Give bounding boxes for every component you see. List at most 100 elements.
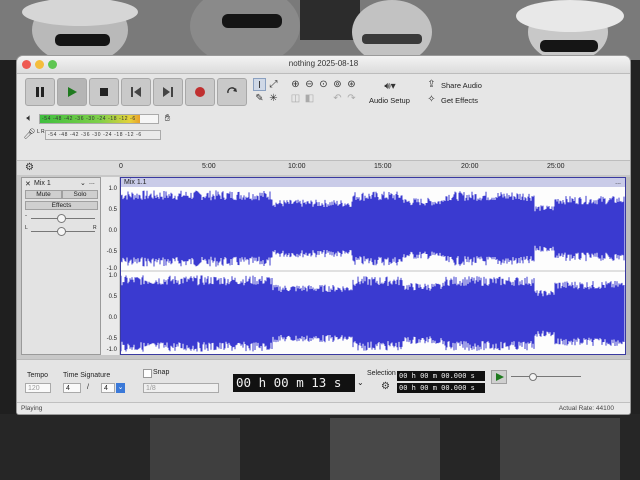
play-button[interactable]	[57, 78, 87, 106]
stop-icon	[100, 88, 108, 96]
scale-label: 1.0	[108, 273, 117, 279]
zoom-in-icon[interactable]: ⊕	[289, 78, 302, 91]
skip-start-icon	[131, 87, 141, 97]
skip-to-start-button[interactable]	[121, 78, 151, 106]
trim-icon[interactable]: ◫	[289, 92, 302, 105]
clip-menu-button[interactable]: ...	[615, 178, 621, 187]
clip-name: Mix 1.1	[124, 179, 147, 186]
window-title: nothing 2025-08-18	[288, 59, 359, 68]
status-text: Playing	[21, 405, 43, 412]
loop-button[interactable]	[217, 78, 247, 106]
ruler-tick: 15:00	[374, 163, 392, 170]
amplitude-scale: 1.0 0.5 0.0 -0.5 -1.0 1.0 0.5 0.0 -0.5 -…	[101, 177, 119, 355]
envelope-tool-icon[interactable]: ⤢	[267, 78, 280, 91]
fit-project-icon[interactable]: ⊚	[331, 78, 344, 91]
time-display[interactable]: 00 h 00 m 13 s	[233, 374, 355, 392]
toolbar: I ⤢ ✎ ✳ ⊕ ⊖ ⊙ ⊚ ⊛ ◫ ◧ ↶ ↷ 🔊︎▾ Audio Setu…	[17, 74, 630, 160]
pause-button[interactable]	[25, 78, 55, 106]
record-meter[interactable]: -54 -48 -42 -36 -30 -24 -18 -12 -6	[45, 130, 161, 140]
record-button[interactable]	[185, 78, 215, 106]
time-format-chevron-icon[interactable]: ⌄	[357, 378, 364, 387]
waveform-left-channel[interactable]	[121, 190, 625, 267]
snap-select[interactable]: 1/8	[143, 383, 219, 393]
play-icon	[68, 87, 77, 97]
zoom-out-icon[interactable]: ⊖	[303, 78, 316, 91]
scale-label: 0.0	[108, 315, 117, 321]
ruler-tick: 20:00	[461, 163, 479, 170]
selection-tool-icon[interactable]: I	[253, 78, 266, 91]
scale-label: -0.5	[106, 336, 117, 342]
scale-label: 0.0	[108, 228, 117, 234]
waveform[interactable]	[121, 188, 625, 354]
waveform-right-channel[interactable]	[121, 275, 625, 352]
play-at-speed-button[interactable]	[491, 370, 507, 384]
time-signature-numerator[interactable]: 4	[63, 383, 81, 393]
speaker-icon[interactable]: 🔊︎▾	[379, 80, 401, 93]
scale-label: -0.5	[106, 249, 117, 255]
selection-start-display[interactable]: 00 h 00 m 00.000 s	[397, 371, 485, 381]
selection-end-display[interactable]: 00 h 00 m 00.000 s	[397, 383, 485, 393]
vertical-scrollbar[interactable]	[626, 177, 630, 355]
get-effects-button[interactable]: Get Effects	[441, 96, 478, 105]
selection-label: Selection	[367, 370, 396, 377]
audio-setup-button[interactable]: Audio Setup	[369, 96, 410, 105]
timeline-settings-icon[interactable]: ⚙︎	[23, 161, 36, 174]
time-signature-denominator[interactable]: 4	[101, 383, 115, 393]
fit-selection-icon[interactable]: ⊙	[317, 78, 330, 91]
redo-icon[interactable]: ↷	[345, 92, 358, 105]
snap-checkbox[interactable]	[143, 369, 152, 378]
volume-low-icon: -	[25, 213, 27, 219]
scale-label: -1.0	[106, 266, 117, 272]
zoom-toggle-icon[interactable]: ⊛	[345, 78, 358, 91]
play-at-speed-icon	[496, 373, 504, 381]
share-icon[interactable]: ⇪	[425, 78, 438, 91]
audio-clip[interactable]: Mix 1.1 ...	[120, 177, 626, 355]
track-close-icon[interactable]: ✕	[25, 180, 31, 188]
scale-label: 0.5	[108, 294, 117, 300]
title-bar: nothing 2025-08-18	[17, 56, 630, 74]
mute-button[interactable]: Mute	[25, 190, 62, 199]
time-signature-label: Time Signature	[63, 372, 111, 379]
speed-slider-thumb[interactable]	[529, 373, 537, 381]
stop-button[interactable]	[89, 78, 119, 106]
ruler-tick: 25:00	[547, 163, 565, 170]
pan-slider-thumb[interactable]	[57, 227, 66, 236]
track-menu-button[interactable]: ...	[89, 179, 95, 186]
pan-left-label: L	[25, 225, 28, 231]
track-name[interactable]: Mix 1	[34, 180, 51, 187]
ruler-tick: 10:00	[288, 163, 306, 170]
record-icon	[195, 87, 205, 97]
ruler-tick: 5:00	[202, 163, 216, 170]
skip-to-end-button[interactable]	[153, 78, 183, 106]
multi-tool-icon[interactable]: ✳	[267, 92, 280, 105]
track-area: ✕ Mix 1 ⌄ ... Mute Solo Effects - L R 1.…	[17, 175, 630, 359]
tempo-field[interactable]: 120	[25, 383, 51, 393]
loop-icon	[227, 87, 237, 94]
speed-slider-track[interactable]	[511, 376, 581, 377]
scale-label: 0.5	[108, 207, 117, 213]
app-window: nothing 2025-08-18 I ⤢ ✎ ✳ ⊕ ⊖ ⊙ ⊚ ⊛ ◫ ◧…	[17, 56, 630, 414]
chevron-down-icon[interactable]: ⌄	[116, 383, 125, 393]
bottom-toolbar: Tempo 120 Time Signature 4 / 4 ⌄ Snap 1/…	[17, 359, 630, 402]
status-bar: Playing Actual Rate: 44100	[17, 402, 630, 414]
actual-rate: Actual Rate: 44100	[558, 405, 614, 412]
effects-button[interactable]: Effects	[25, 201, 98, 210]
effects-icon[interactable]: ✧	[425, 93, 438, 106]
track-menu-chevron-icon[interactable]: ⌄	[80, 179, 86, 187]
scale-label: 1.0	[108, 186, 117, 192]
timeline-ruler[interactable]: ⚙︎ 0 5:00 10:00 15:00 20:00 25:00	[17, 160, 630, 176]
clip-header[interactable]: Mix 1.1 ...	[121, 178, 625, 187]
volume-slider-thumb[interactable]	[57, 214, 66, 223]
playback-meter[interactable]: -54 -48 -42 -36 -30 -24 -18 -12 -6	[39, 114, 159, 124]
playback-meter-ticks: -54 -48 -42 -36 -30 -24 -18 -12 -6	[42, 116, 136, 122]
share-audio-button[interactable]: Share Audio	[441, 81, 482, 90]
pause-icon	[36, 87, 44, 97]
track-control-panel[interactable]: ✕ Mix 1 ⌄ ... Mute Solo Effects - L R	[21, 177, 101, 355]
hand-icon[interactable]: ✋︎	[161, 112, 174, 125]
solo-button[interactable]: Solo	[62, 190, 98, 199]
playback-speaker-icon: 🔈︎	[26, 113, 33, 124]
silence-icon[interactable]: ◧	[303, 92, 316, 105]
selection-settings-icon[interactable]: ⚙︎	[379, 380, 392, 393]
undo-icon[interactable]: ↶	[331, 92, 344, 105]
draw-tool-icon[interactable]: ✎	[253, 92, 266, 105]
